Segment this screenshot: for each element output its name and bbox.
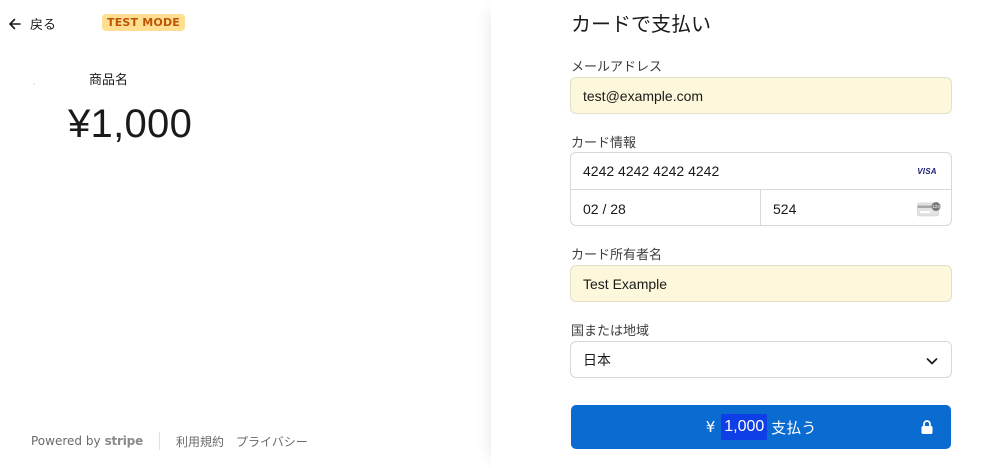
product-image (33, 83, 35, 85)
lock-icon (921, 420, 933, 434)
footer: Powered by stripe 利用規約 プライバシー (31, 432, 308, 450)
privacy-link[interactable]: プライバシー (236, 433, 308, 450)
payment-panel (491, 0, 988, 468)
powered-by-label: Powered by (31, 434, 101, 448)
card-number-value: 4242 4242 4242 4242 (583, 163, 720, 179)
country-value: 日本 (583, 352, 611, 369)
pay-button[interactable]: ¥ 1,000 支払う (571, 405, 951, 449)
email-value: test@example.com (583, 87, 704, 104)
visa-icon: VISA (917, 167, 937, 176)
cvc-card-icon: 123 (917, 202, 941, 217)
cardholder-field[interactable]: Test Example (570, 265, 952, 302)
email-label: メールアドレス (571, 60, 663, 75)
card-number-field[interactable]: 4242 4242 4242 4242 VISA (571, 153, 951, 190)
back-link[interactable]: 戻る (8, 14, 56, 33)
cardholder-label: カード所有者名 (571, 248, 663, 263)
svg-text:123: 123 (932, 204, 940, 209)
payment-heading: カードで支払い (571, 12, 711, 36)
arrow-left-icon (9, 18, 21, 29)
card-info-label: カード情報 (571, 136, 637, 151)
pay-amount: 1,000 (721, 414, 768, 440)
stripe-logo: stripe (104, 434, 144, 448)
card-cvc-field[interactable]: 524 123 (761, 190, 951, 225)
product-price: ¥1,000 (68, 102, 193, 146)
card-cvc-value: 524 (773, 200, 797, 217)
footer-divider (159, 432, 161, 450)
product-name: 商品名 (89, 73, 129, 88)
email-field[interactable]: test@example.com (570, 77, 952, 114)
order-summary-panel (0, 0, 491, 468)
back-label: 戻る (30, 18, 57, 33)
powered-by-stripe[interactable]: Powered by stripe (31, 434, 143, 448)
pay-currency: ¥ (705, 418, 716, 436)
chevron-down-icon (926, 358, 938, 365)
country-label: 国または地域 (571, 324, 650, 339)
test-mode-badge: TEST MODE (102, 14, 186, 31)
card-info-group: 4242 4242 4242 4242 VISA 02 / 28 524 123 (570, 152, 952, 226)
country-select[interactable]: 日本 (570, 341, 952, 378)
cardholder-value: Test Example (583, 275, 668, 292)
terms-link[interactable]: 利用規約 (176, 433, 224, 450)
card-expiry-field[interactable]: 02 / 28 (571, 190, 761, 225)
pay-label: 支払う (771, 418, 817, 437)
card-expiry-value: 02 / 28 (583, 200, 626, 217)
